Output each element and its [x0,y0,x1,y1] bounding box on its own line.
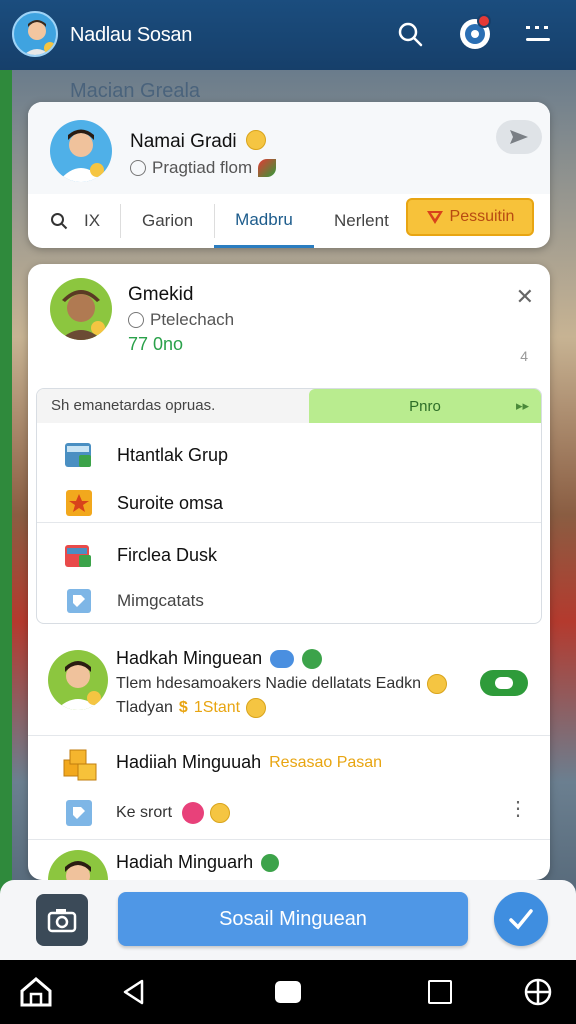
camera-button[interactable] [36,894,88,946]
check-badge-icon [261,853,280,872]
row-line: Ke srort [116,802,231,824]
group-icon [65,443,91,467]
app-bar: Nadlau Sosan [0,0,576,70]
laugh-emoji-icon [427,674,448,694]
row-avatar [48,650,108,710]
options-panel: Sh emanetardas opruas. Pnro ▸▸ Htantlak … [36,388,542,624]
tab-search[interactable]: IX [50,194,100,248]
profile-name: Namai Gradi [130,130,266,153]
boxes-icon [63,749,97,781]
row-title: Hadiiah Minguuah Resasao Pasan [116,752,383,772]
search-icon [51,213,68,230]
clock-icon [128,312,144,328]
row-line: Tladyan $ 1Stant [116,698,267,718]
option-group[interactable]: Htantlak Grup [37,433,541,477]
check-icon [509,909,533,930]
primary-button[interactable]: Sosail Minguean [118,892,468,946]
tag-icon [67,589,91,613]
list-item[interactable]: Hadiiah Minguuah Resasao Pasan Ke srort … [28,742,550,834]
smile-emoji-icon [245,130,266,150]
notification-badge [477,14,491,28]
chat-bubble-icon [495,677,513,689]
chevron-right-icon: ▸▸ [515,398,529,413]
share-icon [270,649,295,668]
mini-indicator: 4 [520,348,528,364]
option-tags[interactable]: Mimgcatats [37,579,541,623]
detail-name: Gmekid [128,284,194,305]
detail-count: 77 0no [128,334,184,354]
tag-icon [66,800,92,826]
profile-card: Namai Gradi Pragtiad flom IX Garion Madb… [28,102,550,248]
profile-avatar[interactable] [50,120,112,182]
detail-avatar[interactable] [50,278,112,340]
send-icon [510,130,528,144]
home-icon[interactable] [18,974,54,1010]
star-icon [66,490,92,516]
background-title: Macian Greala [70,80,201,102]
close-icon[interactable]: ✕ [516,284,534,310]
pro-button[interactable]: Pnro ▸▸ [309,389,541,423]
list-item[interactable]: Hadiah Minguarh [28,846,550,880]
row-title: Hadiah Minguarh [116,852,280,873]
action-bar: Sosail Minguean [0,880,576,960]
user-avatar[interactable] [12,11,58,57]
row-title: Hadkah Minguean [116,648,323,669]
accessibility-icon[interactable] [520,974,556,1010]
tab-nerlent[interactable]: Nerlent [334,194,389,248]
tab-divider [120,204,121,238]
leaf-icon [258,159,277,177]
profile-tabs: IX Garion Madbru Nerlent Pessuitin [28,194,550,248]
option-desk[interactable]: Firclea Dusk [37,531,541,579]
premium-button[interactable]: Pessuitin [406,198,534,236]
row-divider [28,735,550,736]
app-title: Nadlau Sosan [70,24,193,46]
coin-emoji-icon [246,698,267,718]
tab-madbru[interactable]: Madbru [214,194,314,248]
camera-icon [47,909,77,933]
option-favorite[interactable]: Suroite omsa [37,481,541,525]
settings-icon[interactable] [455,14,495,54]
row-line: Tlem hdesamoakers Nadie dellatats Eadkn [116,674,448,694]
profile-subtitle: Pragtiad flom [130,158,277,178]
send-button[interactable] [496,120,542,154]
coin-icon: $ [178,699,188,716]
list-item[interactable]: Hadkah Minguean Tlem hdesamoakers Nadie … [28,644,550,734]
options-header-label: Sh emanetardas opruas. [51,397,216,414]
detail-card: Gmekid Ptelechach 77 0no ✕ 4 Sh emanetar… [28,264,550,880]
option-divider [37,522,541,523]
menu-icon[interactable] [518,14,558,54]
clock-icon [130,160,146,176]
detail-subtitle: Ptelechach [128,310,234,330]
recents-icon[interactable] [422,974,458,1010]
system-nav-bar [0,960,576,1024]
options-header: Sh emanetardas opruas. Pnro ▸▸ [37,389,541,423]
row-avatar [48,850,108,880]
row-divider [28,839,550,840]
desk-icon [65,545,91,567]
heart-icon [182,802,205,824]
chat-icon [302,648,323,669]
tab-garion[interactable]: Garion [142,194,193,248]
search-icon[interactable] [390,14,430,54]
home-button-icon[interactable] [270,974,306,1010]
shield-icon [426,211,443,224]
more-options-icon[interactable]: ⋮ [508,796,528,821]
message-toggle[interactable] [480,670,528,696]
smile-emoji-icon [210,803,231,823]
back-icon[interactable] [116,974,152,1010]
confirm-button[interactable] [494,892,548,946]
